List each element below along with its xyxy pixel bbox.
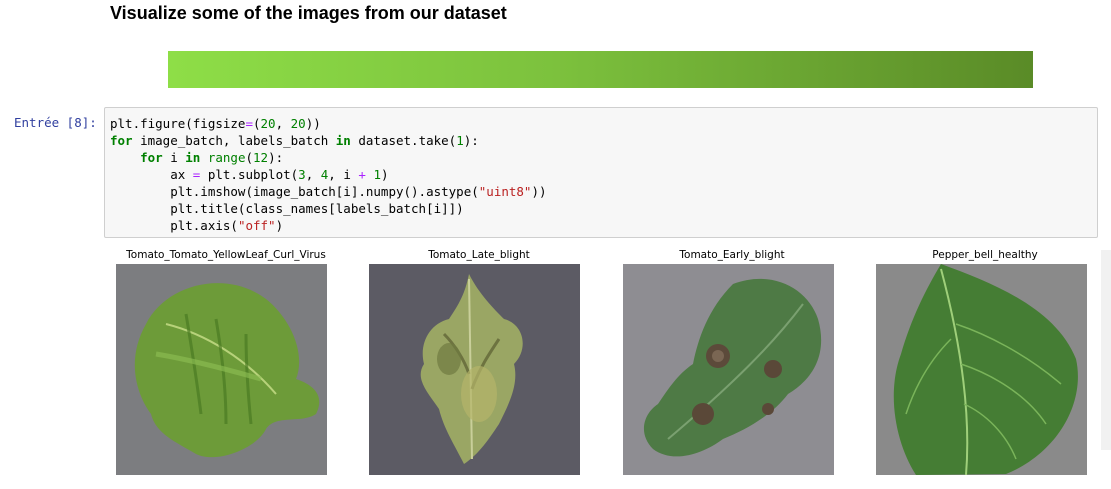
code-token: ))	[305, 116, 321, 131]
code-editor[interactable]: plt.figure(figsize=(20, 20)) for image_b…	[110, 115, 547, 234]
code-line: plt.title(class_names[labels_batch[i]])	[110, 201, 464, 216]
early-blight-leaf-image	[623, 264, 834, 475]
subplot-panel: Pepper_bell_healthy	[870, 240, 1100, 475]
code-line: for i in range(12):	[110, 150, 283, 165]
code-line: plt.imshow(image_batch[i].numpy().astype…	[110, 184, 547, 199]
code-token: ):	[463, 133, 479, 148]
code-token: ):	[268, 150, 284, 165]
code-token: i	[162, 150, 186, 165]
code-token: )	[381, 167, 389, 182]
code-token: in	[335, 133, 351, 148]
code-line: plt.figure(figsize=(20, 20))	[110, 116, 321, 131]
code-token: =	[245, 116, 253, 131]
code-line: for image_batch, labels_batch in dataset…	[110, 133, 479, 148]
code-cell[interactable]: plt.figure(figsize=(20, 20)) for image_b…	[104, 107, 1098, 238]
code-token: 20	[260, 116, 276, 131]
subplot-title: Tomato_Late_blight	[428, 249, 530, 261]
code-token: range	[207, 150, 246, 165]
code-token: +	[358, 167, 366, 182]
code-token: (	[245, 150, 254, 165]
code-token: in	[185, 150, 201, 165]
cell-prompt: Entrée [8]:	[14, 115, 97, 130]
section-heading: Visualize some of the images from our da…	[110, 3, 507, 23]
subplot-title: Tomato_Tomato_YellowLeaf_Curl_Virus	[126, 249, 326, 261]
code-token: "uint8"	[478, 184, 532, 199]
code-token: dataset.take(	[350, 133, 457, 148]
code-token: plt.axis(	[110, 218, 238, 233]
code-token: ax	[110, 167, 193, 182]
subplot-title: Pepper_bell_healthy	[932, 249, 1038, 261]
code-token: plt.imshow(image_batch[i].numpy().astype…	[110, 184, 479, 199]
gradient-banner	[168, 51, 1033, 88]
leaf-curl-virus-image	[116, 264, 327, 475]
subplot-title: Tomato_Early_blight	[679, 249, 785, 261]
code-token: ,	[305, 167, 321, 182]
subplot-panel: Tomato_Early_blight	[617, 240, 847, 475]
code-token: 1	[373, 167, 381, 182]
code-line: ax = plt.subplot(3, 4, i + 1)	[110, 167, 389, 182]
code-line: plt.axis("off")	[110, 218, 283, 233]
code-token: "off"	[237, 218, 276, 233]
code-token: 20	[290, 116, 306, 131]
code-token: , i	[328, 167, 359, 182]
code-token: )	[275, 218, 284, 233]
code-token: plt.title(class_names[labels_batch[i]])	[110, 201, 464, 216]
late-blight-leaf-image	[369, 264, 580, 475]
code-token: 1	[456, 133, 464, 148]
code-token: ))	[531, 184, 547, 199]
code-token: 12	[253, 150, 269, 165]
code-token: for	[140, 150, 163, 165]
code-token: (	[253, 116, 261, 131]
cell-output: Tomato_Tomato_YellowLeaf_Curl_Virus Toma…	[104, 240, 1104, 489]
code-token: image_batch, labels_batch	[132, 133, 336, 148]
output-scrollbar[interactable]	[1101, 250, 1111, 450]
code-token: plt.figure(figsize	[110, 116, 246, 131]
subplot-panel: Tomato_Tomato_YellowLeaf_Curl_Virus	[111, 240, 341, 475]
subplot-panel: Tomato_Late_blight	[364, 240, 594, 475]
code-token: plt.subplot(	[200, 167, 299, 182]
code-token: ,	[275, 116, 291, 131]
healthy-pepper-leaf-image	[876, 264, 1087, 475]
code-token: for	[110, 133, 133, 148]
code-token: 3	[298, 167, 306, 182]
